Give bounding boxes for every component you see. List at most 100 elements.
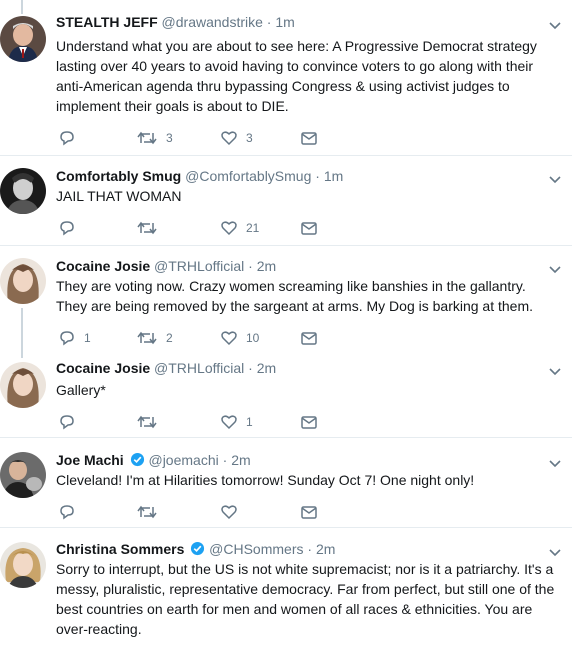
retweet-icon (137, 131, 157, 145)
timestamp[interactable]: 2m (257, 360, 276, 376)
tweet-actions: 3 3 (56, 128, 376, 148)
display-name[interactable]: Joe Machi (56, 452, 124, 468)
user-handle[interactable]: @TRHLofficial (154, 258, 244, 274)
tweet-text: Cleveland! I'm at Hilarities tomorrow! S… (56, 472, 475, 488)
avatar[interactable] (0, 168, 46, 214)
tweet[interactable]: Cocaine Josie @TRHLofficial · 2m Gallery… (0, 350, 572, 438)
retweet-icon (137, 505, 157, 519)
like-button[interactable]: 10 (220, 328, 259, 348)
separator-dot: · (266, 14, 272, 30)
avatar[interactable] (0, 542, 46, 588)
direct-message-button[interactable] (300, 218, 318, 238)
display-name[interactable]: Cocaine Josie (56, 360, 150, 376)
avatar[interactable] (0, 258, 46, 304)
tweet-header: Christina Sommers @CHSommers · 2m (56, 539, 542, 559)
tweet[interactable]: Comfortably Smug @ComfortablySmug · 1m J… (0, 156, 572, 246)
direct-message-icon (301, 416, 317, 429)
user-handle[interactable]: @TRHLofficial (154, 360, 244, 376)
retweet-icon (137, 221, 157, 235)
tweet[interactable]: STEALTH JEFF @drawandstrike · 1m Underst… (0, 0, 572, 156)
direct-message-icon (301, 222, 317, 235)
retweet-button[interactable]: 3 (136, 128, 173, 148)
retweet-icon (137, 331, 157, 345)
retweet-button[interactable] (136, 502, 166, 522)
display-name[interactable]: STEALTH JEFF (56, 14, 158, 30)
separator-dot: · (222, 452, 228, 468)
like-count: 3 (246, 131, 253, 145)
direct-message-button[interactable] (300, 328, 318, 348)
direct-message-icon (301, 132, 317, 145)
chevron-down-icon[interactable] (548, 365, 562, 379)
tweet-header: Comfortably Smug @ComfortablySmug · 1m (56, 166, 542, 186)
tweet-actions: 21 (56, 218, 376, 238)
display-name[interactable]: Comfortably Smug (56, 168, 181, 184)
chevron-down-icon[interactable] (548, 263, 562, 277)
reply-button[interactable] (58, 218, 84, 238)
heart-icon (221, 221, 237, 236)
tweet-actions: 1 2 10 (56, 328, 376, 348)
separator-dot: · (248, 258, 253, 274)
direct-message-button[interactable] (300, 412, 318, 432)
chevron-down-icon[interactable] (548, 457, 562, 471)
reply-icon (60, 221, 74, 236)
tweet-actions: 1 (56, 412, 376, 432)
retweet-button[interactable] (136, 218, 166, 238)
user-handle[interactable]: @drawandstrike (162, 14, 263, 30)
like-button[interactable]: 3 (220, 128, 253, 148)
avatar[interactable] (0, 16, 46, 62)
reply-count: 1 (84, 331, 91, 345)
reply-button[interactable] (58, 412, 84, 432)
separator-dot: · (315, 168, 320, 184)
avatar[interactable] (0, 362, 46, 408)
heart-icon (221, 131, 237, 146)
retweet-button[interactable]: 2 (136, 328, 173, 348)
like-count: 10 (246, 331, 260, 345)
like-count: 1 (246, 415, 253, 429)
timestamp[interactable]: 1m (324, 168, 343, 184)
tweet-text: Gallery* (56, 382, 106, 398)
heart-icon (221, 415, 237, 430)
user-handle[interactable]: @ComfortablySmug (185, 168, 311, 184)
tweet[interactable]: Christina Sommers @CHSommers · 2m Sorry … (0, 528, 572, 655)
chevron-down-icon[interactable] (548, 173, 562, 187)
like-button[interactable]: 1 (220, 412, 253, 432)
timeline-feed: STEALTH JEFF @drawandstrike · 1m Underst… (0, 0, 572, 655)
chevron-down-icon[interactable] (548, 19, 562, 33)
like-count: 21 (246, 221, 260, 235)
tweet-text: Understand what you are about to see her… (56, 38, 537, 114)
direct-message-button[interactable] (300, 502, 318, 522)
tweet[interactable]: Joe Machi @joemachi · 2m Cleveland! I'm … (0, 438, 572, 528)
tweet-header: STEALTH JEFF @drawandstrike · 1m (56, 12, 542, 32)
tweet-text: They are voting now. Crazy women screami… (56, 278, 534, 314)
tweet-actions (56, 502, 376, 522)
avatar[interactable] (0, 452, 46, 498)
retweet-icon (137, 415, 157, 429)
timestamp[interactable]: 2m (231, 452, 250, 468)
reply-icon (60, 415, 74, 430)
display-name[interactable]: Christina Sommers (56, 541, 184, 557)
like-button[interactable] (220, 502, 246, 522)
tweet-text: JAIL THAT WOMAN (56, 188, 182, 204)
timestamp[interactable]: 1m (275, 14, 294, 30)
direct-message-button[interactable] (300, 128, 318, 148)
timestamp[interactable]: 2m (316, 541, 335, 557)
tweet[interactable]: Cocaine Josie @TRHLofficial · 2m They ar… (0, 246, 572, 350)
reply-button[interactable] (58, 128, 84, 148)
retweet-button[interactable] (136, 412, 166, 432)
direct-message-icon (301, 506, 317, 519)
reply-button[interactable]: 1 (58, 328, 91, 348)
verified-badge-icon (130, 452, 144, 467)
timestamp[interactable]: 2m (257, 258, 276, 274)
verified-badge-icon (191, 541, 205, 556)
user-handle[interactable]: @CHSommers (209, 541, 303, 557)
tweet-header: Cocaine Josie @TRHLofficial · 2m (56, 256, 542, 276)
retweet-count: 3 (166, 131, 173, 145)
reply-icon (60, 505, 74, 520)
reply-button[interactable] (58, 502, 84, 522)
display-name[interactable]: Cocaine Josie (56, 258, 150, 274)
user-handle[interactable]: @joemachi (148, 452, 218, 468)
reply-icon (60, 331, 74, 346)
tweet-header: Joe Machi @joemachi · 2m (56, 450, 542, 470)
like-button[interactable]: 21 (220, 218, 259, 238)
chevron-down-icon[interactable] (548, 546, 562, 560)
